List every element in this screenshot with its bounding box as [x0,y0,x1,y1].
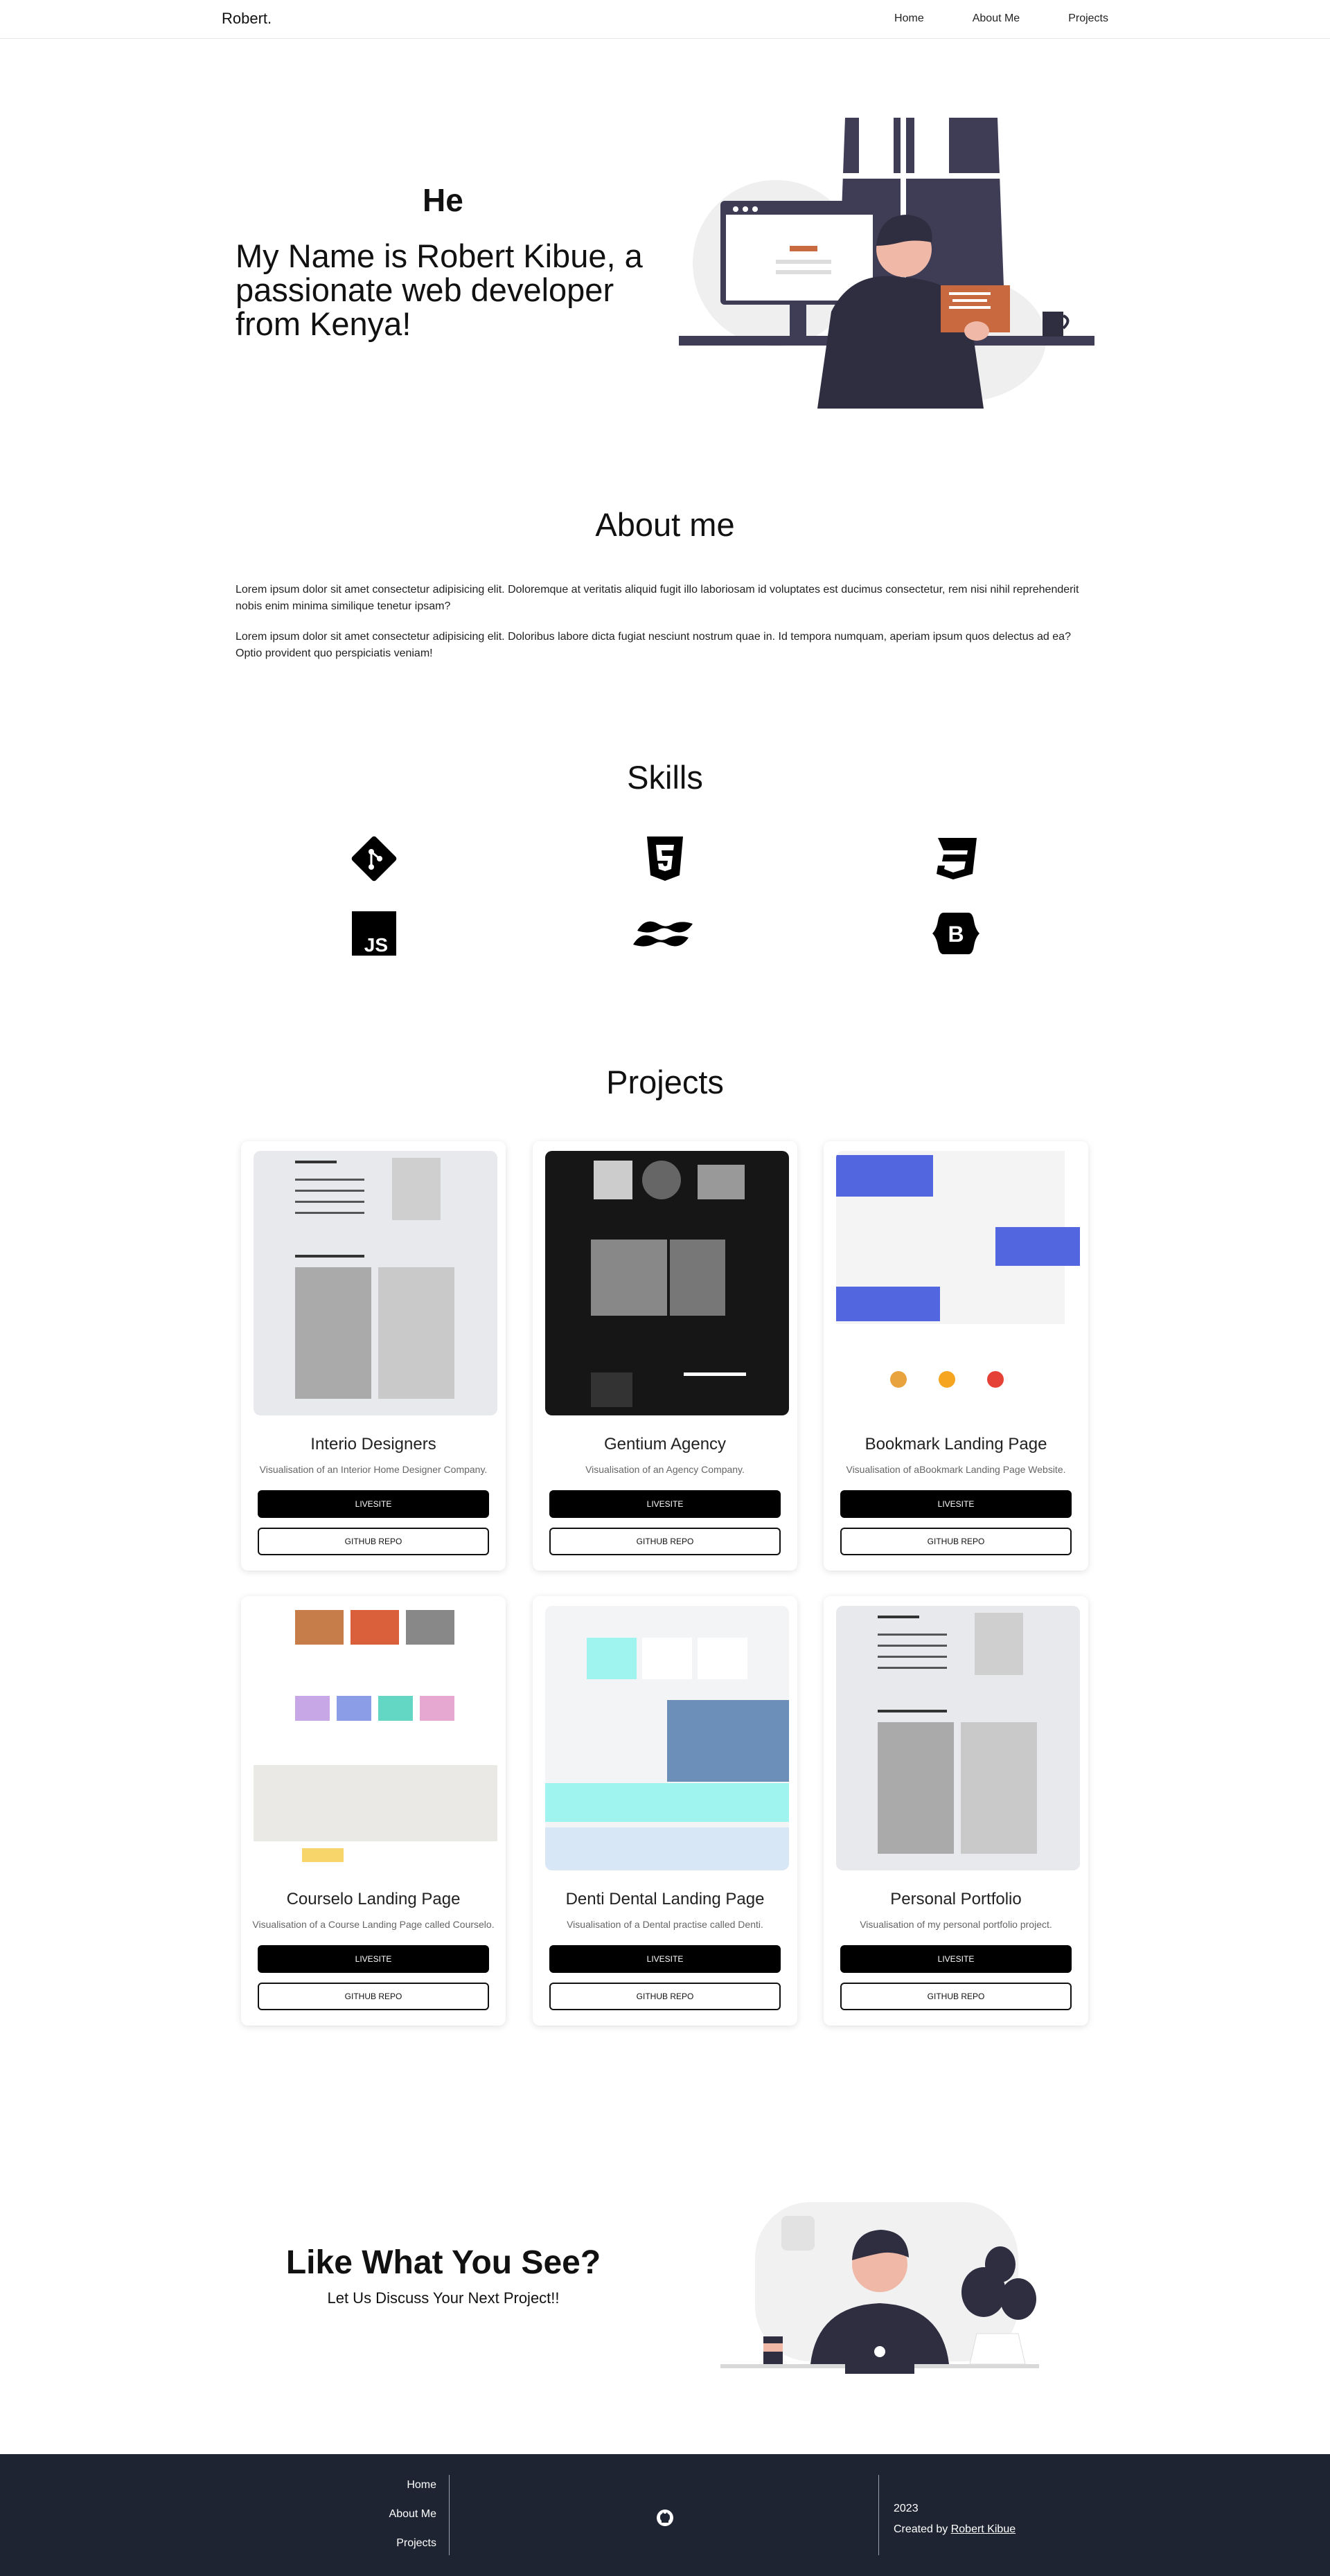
about-paragraph: Lorem ipsum dolor sit amet consectetur a… [236,584,1079,612]
bootstrap-icon: B [932,913,979,954]
projects-title: Projects [606,1064,724,1100]
footer-link-projects[interactable]: Projects [389,2537,436,2550]
project-name: Gentium Agency [603,1435,727,1454]
project-card-bookmark: Bookmark Landing Page Visualisation of a… [824,1141,1088,1571]
github-repo-button[interactable]: GITHUB REPO [549,1983,781,2010]
svg-text:B: B [948,922,964,947]
javascript-icon: JS [352,911,396,956]
footer-year: 2023 [894,2503,919,2514]
livesite-button[interactable]: LIVESITE [258,1490,489,1518]
project-screenshot [545,1606,789,1870]
github-repo-button[interactable]: GITHUB REPO [840,1983,1072,2010]
project-screenshot [836,1606,1080,1870]
github-repo-button[interactable]: GITHUB REPO [549,1528,781,1555]
livesite-button[interactable]: LIVESITE [840,1490,1072,1518]
livesite-button[interactable]: LIVESITE [258,1945,489,1973]
livesite-button[interactable]: LIVESITE [840,1945,1072,1973]
nav-link-home[interactable]: Home [894,12,924,25]
footer-credit-prefix: Created by [894,2523,951,2535]
project-description: Visualisation of an Agency Company. [585,1464,745,1475]
project-description: Visualisation of my personal portfolio p… [860,1919,1052,1930]
footer-link-home[interactable]: Home [389,2479,436,2492]
project-description: Visualisation of an Interior Home Design… [259,1464,488,1475]
github-repo-button[interactable]: GITHUB REPO [258,1528,489,1555]
footer-link-about[interactable]: About Me [389,2508,436,2521]
about-paragraph: Lorem ipsum dolor sit amet consectetur a… [236,631,1071,659]
css3-icon [937,838,977,879]
project-name: Denti Dental Landing Page [565,1890,765,1908]
brand-logo[interactable]: Robert. [222,10,272,28]
footer-divider [878,2475,879,2555]
tailwind-icon [633,921,693,947]
cta-subtitle: Let Us Discuss Your Next Project!! [327,2289,560,2307]
laptop-person-illustration [720,2202,1039,2374]
footer-links: Home About Me Projects [389,2479,436,2566]
nav-links: Home About Me Projects [846,12,1108,25]
hero-greeting: He [423,182,463,218]
github-repo-button[interactable]: GITHUB REPO [840,1528,1072,1555]
project-card-gentium: Gentium Agency Visualisation of an Agenc… [533,1141,797,1571]
top-navbar: Robert. Home About Me Projects [0,0,1330,39]
developer-illustration [679,111,1094,409]
project-description: Visualisation of a Course Landing Page c… [252,1919,495,1930]
project-screenshot [254,1606,497,1870]
project-screenshot [254,1151,497,1415]
project-card-denti: Denti Dental Landing Page Visualisation … [533,1596,797,2025]
project-screenshot [836,1151,1080,1415]
project-name: Courselo Landing Page [286,1890,461,1908]
footer: Home About Me Projects 2023 Created by R… [0,2454,1330,2576]
cta-title: Like What You See? [285,2244,601,2281]
skills-title: Skills [627,759,703,796]
hero-title: My Name is Robert Kibue, a passionate we… [236,238,643,342]
livesite-button[interactable]: LIVESITE [549,1490,781,1518]
project-card-interio: Interio Designers Visualisation of an In… [241,1141,506,1571]
svg-text:JS: JS [364,934,388,956]
author-link[interactable]: Robert Kibue [951,2523,1016,2535]
html5-icon [647,837,683,881]
nav-link-about[interactable]: About Me [973,12,1020,25]
project-card-portfolio: Personal Portfolio Visualisation of my p… [824,1596,1088,2025]
footer-divider [449,2475,450,2555]
livesite-button[interactable]: LIVESITE [549,1945,781,1973]
project-screenshot [545,1151,789,1415]
about-title: About me [595,506,735,543]
project-name: Bookmark Landing Page [864,1435,1047,1454]
github-icon[interactable] [655,2508,675,2528]
footer-credit: Created by Robert Kibue [894,2523,1016,2536]
git-icon [351,836,397,882]
github-repo-button[interactable]: GITHUB REPO [258,1983,489,2010]
project-card-courselo: Courselo Landing Page Visualisation of a… [241,1596,506,2025]
project-name: Personal Portfolio [890,1890,1022,1908]
project-description: Visualisation of a Dental practise calle… [567,1919,763,1930]
nav-link-projects[interactable]: Projects [1068,12,1108,25]
project-description: Visualisation of aBookmark Landing Page … [846,1464,1066,1475]
project-name: Interio Designers [310,1435,436,1454]
